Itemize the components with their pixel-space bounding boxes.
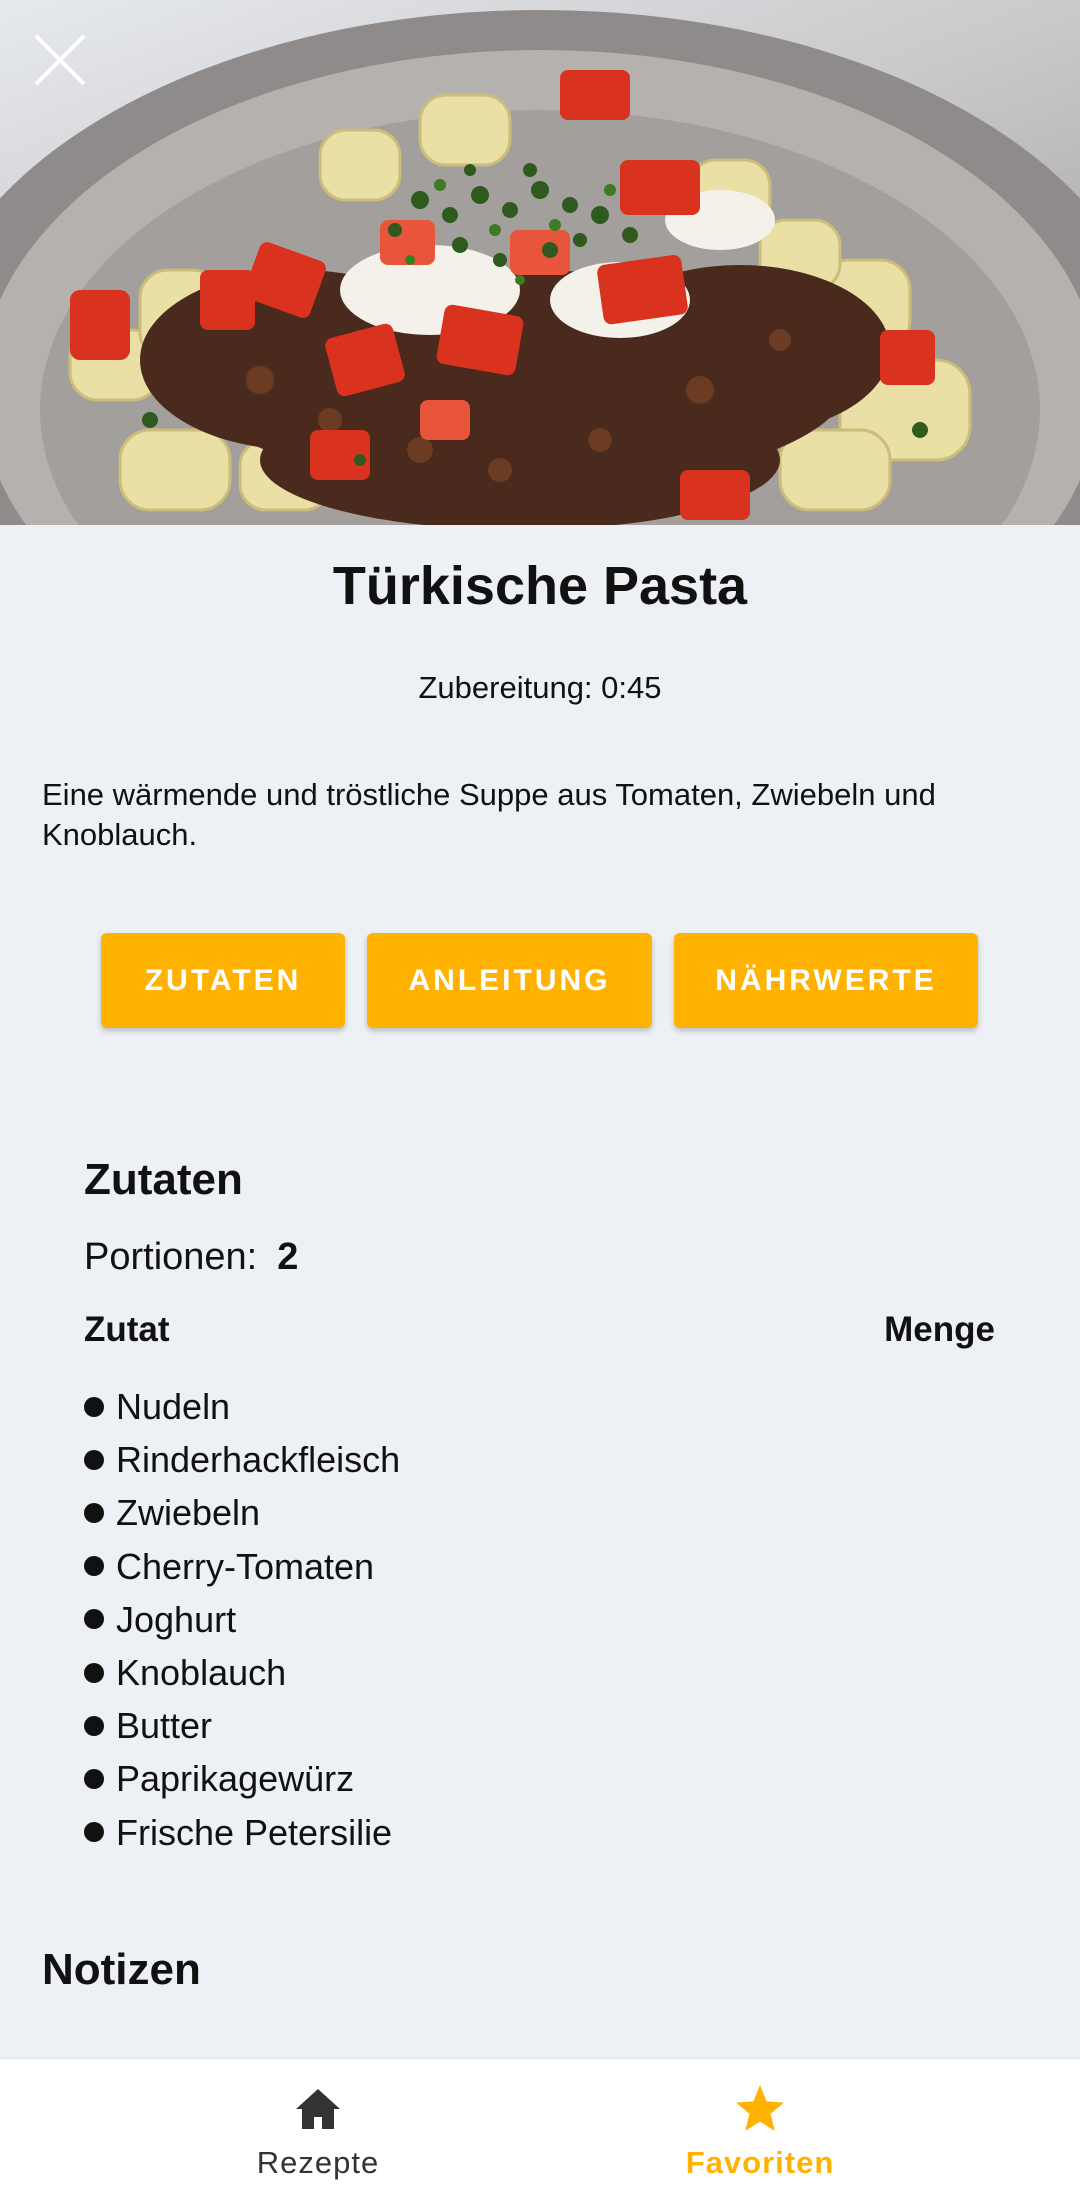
bullet-icon <box>84 1449 104 1470</box>
recipe-title: Türkische Pasta <box>332 556 748 616</box>
bullet-icon <box>84 1609 104 1630</box>
bullet-icon <box>84 1503 104 1523</box>
bullet-icon <box>84 1769 104 1790</box>
nav-label-recipes: Rezepte <box>256 2145 380 2180</box>
nav-label-favorites: Favoriten <box>685 2145 835 2180</box>
bullet-icon <box>84 1822 104 1843</box>
ingredient-name: Cherry-Tomaten <box>116 1545 375 1587</box>
ingredient-list: Nudeln Rinderhackfleisch Zwiebeln Cherry… <box>84 1380 400 1859</box>
tab-instructions[interactable]: ANLEITUNG <box>367 933 652 1028</box>
ingredient-name: Frische Petersilie <box>116 1811 393 1853</box>
close-icon <box>34 34 86 86</box>
home-icon <box>296 2089 340 2129</box>
bottom-navigation: Rezepte Favoriten <box>0 2058 1080 2196</box>
recipe-detail-page: Türkische Pasta Zubereitung: 0:45 Eine w… <box>0 0 1080 2196</box>
nav-item-favorites[interactable]: Favoriten <box>610 2059 910 2196</box>
portions-row: Portionen: 2 <box>84 1236 298 1279</box>
recipe-hero-image <box>0 0 1080 525</box>
column-header-ingredient: Zutat <box>84 1310 170 1349</box>
close-button[interactable] <box>32 32 92 92</box>
list-item: Cherry-Tomaten <box>84 1540 400 1593</box>
bullet-icon <box>84 1556 104 1577</box>
portions-label: Portionen: <box>84 1236 258 1278</box>
list-item: Joghurt <box>84 1593 400 1646</box>
portions-value[interactable]: 2 <box>277 1236 298 1278</box>
ingredient-name: Joghurt <box>116 1598 237 1640</box>
ingredient-name: Zwiebeln <box>116 1492 261 1534</box>
bullet-icon <box>84 1396 104 1417</box>
column-header-amount: Menge <box>884 1310 995 1349</box>
list-item: Zwiebeln <box>84 1486 400 1539</box>
ingredients-heading: Zutaten <box>84 1155 243 1204</box>
list-item: Frische Petersilie <box>84 1806 400 1859</box>
list-item: Knoblauch <box>84 1646 400 1699</box>
bullet-icon <box>84 1715 104 1736</box>
list-item: Rinderhackfleisch <box>84 1433 400 1486</box>
bullet-icon <box>84 1662 104 1683</box>
ingredient-name: Rinderhackfleisch <box>116 1439 401 1481</box>
nav-item-recipes[interactable]: Rezepte <box>168 2059 468 2196</box>
list-item: Nudeln <box>84 1380 400 1433</box>
tab-ingredients[interactable]: ZUTATEN <box>101 933 345 1028</box>
notes-heading: Notizen <box>42 1945 201 1994</box>
list-item: Paprikagewürz <box>84 1752 400 1805</box>
ingredient-name: Paprikagewürz <box>116 1758 355 1800</box>
star-icon <box>736 2085 784 2131</box>
ingredient-name: Knoblauch <box>116 1652 287 1694</box>
prep-time: Zubereitung: 0:45 <box>418 670 662 705</box>
list-item: Butter <box>84 1699 400 1752</box>
tab-nutrition[interactable]: NÄHRWERTE <box>674 933 978 1028</box>
ingredient-name: Butter <box>116 1705 213 1747</box>
section-tabs: ZUTATEN ANLEITUNG NÄHRWERTE <box>0 933 1080 1028</box>
ingredient-name: Nudeln <box>116 1386 231 1427</box>
recipe-description: Eine wärmende und tröstliche Suppe aus T… <box>42 777 936 852</box>
